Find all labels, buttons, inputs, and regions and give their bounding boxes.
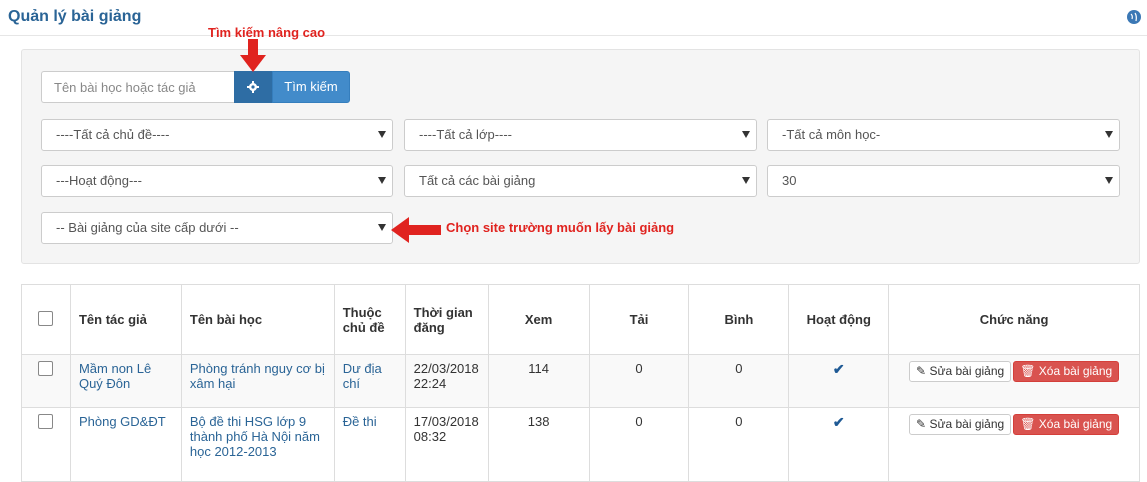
column-header-comments: Bình <box>688 284 790 355</box>
delete-lesson-button[interactable]: 🗑 Xóa bài giảng <box>1013 414 1120 435</box>
caret-down-icon <box>378 131 386 138</box>
table-header-row: Tên tác giả Tên bài học Thuộc chủ đề Thờ… <box>21 284 1140 355</box>
time-value: 08:32 <box>413 429 447 444</box>
caret-down-icon <box>378 177 386 184</box>
page-size-select[interactable]: 30 <box>767 165 1120 197</box>
annotation-advanced-search: Tìm kiếm nâng cao <box>208 25 326 40</box>
row-checkbox[interactable] <box>38 361 54 376</box>
time-value: 22:24 <box>413 376 447 391</box>
downloads-cell: 0 <box>588 354 690 408</box>
column-header-actions: Chức năng <box>888 284 1140 355</box>
column-header-views: Xem <box>487 284 590 355</box>
site-select[interactable]: -- Bài giảng của site cấp dưới -- <box>41 212 393 244</box>
caret-down-icon <box>742 131 750 138</box>
views-cell: 114 <box>487 354 590 408</box>
date-cell: 17/03/2018 08:32 <box>404 407 489 482</box>
annotation-choose-site: Chọn site trường muốn lấy bài giảng <box>446 220 675 235</box>
lesson-table: Tên tác giả Tên bài học Thuộc chủ đề Thờ… <box>21 284 1140 482</box>
author-link[interactable]: Phòng GD&ĐT <box>79 414 166 429</box>
column-header-topic-line1: Thuộc <box>342 304 382 320</box>
advanced-search-button[interactable] <box>234 71 272 103</box>
topic-link[interactable]: Dư địa chí <box>343 361 382 391</box>
date-value: 17/03/2018 <box>413 414 479 429</box>
delete-label: Xóa bài giảng <box>1038 364 1113 378</box>
author-link[interactable]: Mầm non Lê Quý Đôn <box>79 361 151 391</box>
downloads-cell: 0 <box>588 407 690 482</box>
date-value: 22/03/2018 <box>413 361 479 376</box>
subject-select-value: -Tất cả môn học- <box>782 127 881 142</box>
trash-icon: 🗑 <box>1020 364 1036 378</box>
column-header-date-line1: Thời gian <box>413 304 473 320</box>
views-cell: 138 <box>487 407 590 482</box>
globe-icon[interactable] <box>1127 10 1141 24</box>
caret-down-icon <box>378 224 386 231</box>
status-select-value: ---Hoạt động--- <box>56 173 142 188</box>
lesson-type-select[interactable]: Tất cả các bài giảng <box>404 165 757 197</box>
search-button[interactable]: Tìm kiếm <box>272 71 350 103</box>
page-header: Quản lý bài giảng <box>0 0 1147 36</box>
status-select[interactable]: ---Hoạt động--- <box>41 165 393 197</box>
arrow-left-icon <box>391 217 441 243</box>
table-row: Phòng GD&ĐT Bộ đề thi HSG lớp 9 thành ph… <box>21 407 1140 482</box>
lesson-type-select-value: Tất cả các bài giảng <box>419 173 536 188</box>
search-input[interactable] <box>41 71 234 103</box>
topic-select[interactable]: ----Tất cả chủ đề---- <box>41 119 393 151</box>
subject-select[interactable]: -Tất cả môn học- <box>767 119 1120 151</box>
edit-icon: ✎ <box>916 417 927 431</box>
select-all-checkbox[interactable] <box>38 310 54 326</box>
edit-icon: ✎ <box>916 364 927 378</box>
column-header-author: Tên tác giả <box>69 284 182 355</box>
caret-down-icon <box>1105 177 1113 184</box>
lesson-link[interactable]: Phòng tránh nguy cơ bị xâm hại <box>190 361 325 391</box>
edit-label: Sửa bài giảng <box>929 417 1005 431</box>
column-header-downloads: Tải <box>588 284 690 355</box>
column-header-topic-line2: chủ đề <box>342 319 385 335</box>
date-cell: 22/03/2018 22:24 <box>404 354 489 408</box>
delete-label: Xóa bài giảng <box>1038 417 1113 431</box>
column-header-date: Thời gian đăng <box>404 284 489 355</box>
page-title: Quản lý bài giảng <box>8 8 142 25</box>
comments-cell: 0 <box>688 407 790 482</box>
caret-down-icon <box>1105 131 1113 138</box>
edit-lesson-button[interactable]: ✎ Sửa bài giảng <box>909 414 1012 435</box>
gear-icon <box>247 81 259 93</box>
column-header-lesson: Tên bài học <box>180 284 335 355</box>
comments-cell: 0 <box>688 354 790 408</box>
grade-select[interactable]: ----Tất cả lớp---- <box>404 119 757 151</box>
trash-icon: 🗑 <box>1020 417 1036 431</box>
active-check-icon[interactable]: ✔ <box>833 361 845 377</box>
topic-select-value: ----Tất cả chủ đề---- <box>56 127 170 142</box>
lesson-link[interactable]: Bộ đề thi HSG lớp 9 thành phố Hà Nội năm… <box>190 414 320 459</box>
column-header-topic: Thuộc chủ đề <box>333 284 406 355</box>
delete-lesson-button[interactable]: 🗑 Xóa bài giảng <box>1013 361 1120 382</box>
column-header-date-line2: đăng <box>413 319 445 335</box>
caret-down-icon <box>742 177 750 184</box>
column-header-active: Hoạt động <box>788 284 890 355</box>
arrow-down-icon <box>240 39 266 72</box>
row-checkbox[interactable] <box>38 414 54 429</box>
active-check-icon[interactable]: ✔ <box>833 414 845 430</box>
site-select-value: -- Bài giảng của site cấp dưới -- <box>56 220 239 235</box>
edit-lesson-button[interactable]: ✎ Sửa bài giảng <box>909 361 1012 382</box>
edit-label: Sửa bài giảng <box>929 364 1005 378</box>
topic-link[interactable]: Đề thi <box>343 414 377 429</box>
page-size-select-value: 30 <box>782 173 797 188</box>
grade-select-value: ----Tất cả lớp---- <box>419 127 513 142</box>
table-row: Mầm non Lê Quý Đôn Phòng tránh nguy cơ b… <box>21 354 1140 408</box>
